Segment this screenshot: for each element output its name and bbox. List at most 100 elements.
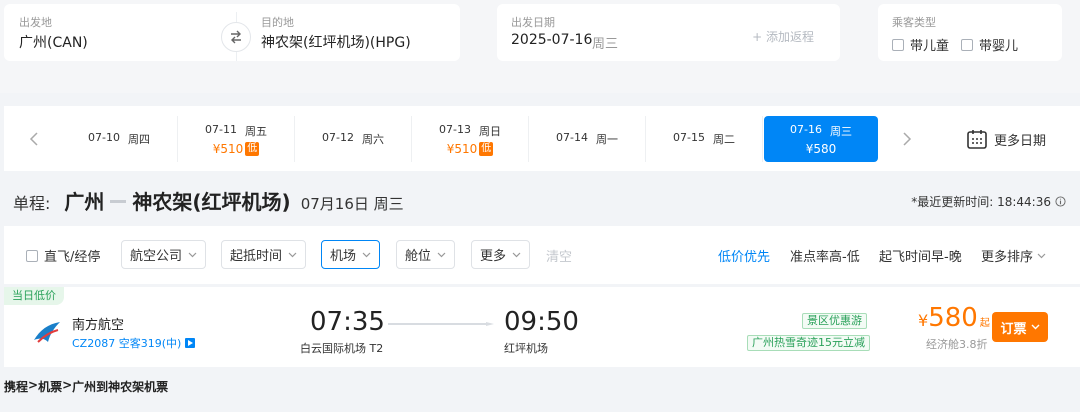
- chevron-down-icon: [188, 252, 197, 257]
- route-separator: [110, 200, 127, 203]
- date-text: 07-14: [556, 131, 588, 144]
- add-return-button[interactable]: + 添加返程: [752, 28, 814, 45]
- sort-low-price[interactable]: 低价优先: [718, 246, 770, 265]
- child-checkbox-box[interactable]: [892, 38, 904, 51]
- low-price-tag: 低: [479, 141, 494, 156]
- china-southern-logo-icon: [34, 322, 60, 343]
- price-suffix: 起: [979, 318, 990, 329]
- date-cell-0712[interactable]: 07-12 周六: [295, 116, 412, 162]
- book-button-label: 订票: [1000, 321, 1027, 337]
- date-value: 2025-07-16: [511, 32, 593, 48]
- weekday-text: 周四: [127, 133, 150, 146]
- airport-filter-label: 机场: [330, 249, 357, 264]
- chevron-down-icon: [362, 252, 371, 257]
- weekday-text: 周六: [361, 133, 384, 146]
- flight-number-text: CZ2087 空客319(中): [72, 337, 182, 350]
- cabin-filter-label: 舱位: [405, 249, 432, 264]
- sort-more[interactable]: 更多排序: [981, 246, 1046, 265]
- infant-checkbox[interactable]: 带婴儿: [961, 35, 1018, 54]
- weekday-text: 周日: [478, 124, 501, 138]
- destination-field[interactable]: 目的地 神农架(红坪机场)(HPG): [254, 4, 460, 61]
- chevron-left-icon: [29, 132, 38, 146]
- sort-more-label: 更多排序: [981, 250, 1034, 265]
- sort-ontime[interactable]: 准点率高-低: [790, 246, 860, 265]
- child-label: 带儿童: [910, 39, 950, 54]
- flight-number[interactable]: CZ2087 空客319(中): [72, 335, 196, 351]
- chevron-down-icon: [512, 252, 521, 257]
- date-text: 07-11: [205, 122, 237, 136]
- more-filter[interactable]: 更多: [471, 240, 531, 269]
- airline-filter-label: 航空公司: [130, 249, 183, 264]
- flight-card[interactable]: 当日低价 南方航空 CZ2087 空客319(中) 07:35 白云国际机场 T…: [4, 287, 1080, 367]
- date-strip: 07-10 周四 07-11 周五 ¥510 低 07-12 周六 07-13 周日 ¥5…: [4, 106, 1080, 171]
- date-text: 07-16: [790, 122, 822, 136]
- more-filter-label: 更多: [480, 249, 507, 264]
- more-dates-button[interactable]: 更多日期: [966, 128, 1046, 150]
- time-filter-label: 起抵时间: [230, 249, 283, 264]
- info-icon[interactable]: [1055, 196, 1066, 207]
- chevron-right-icon: [903, 132, 912, 146]
- route-card: 出发地 广州(CAN) 目的地 神农架(红坪机场)(HPG): [4, 4, 460, 61]
- weekday-text: 周五: [244, 124, 267, 138]
- date-cell-0716-selected[interactable]: 07-16 周三 ¥580: [764, 116, 878, 162]
- weekday-text: 周一: [595, 133, 618, 146]
- update-time-text: *最近更新时间: 18:44:36: [911, 195, 1051, 209]
- promo-tag-scenic[interactable]: 景区优惠游: [802, 313, 867, 329]
- destination-value: 神农架(红坪机场)(HPG): [261, 35, 411, 51]
- breadcrumb-item-flights[interactable]: 机票: [38, 378, 62, 395]
- cabin-info: 经济舱3.8折: [926, 338, 988, 351]
- route-header: 单程: 广州 神农架(红坪机场) 07月16日 周三: [13, 186, 404, 215]
- departure-airport: 白云国际机场 T2: [300, 342, 384, 355]
- date-cell-0711[interactable]: 07-11 周五 ¥510 低: [178, 116, 295, 162]
- date-card: 出发日期 2025-07-16 周三 + 添加返程: [497, 4, 840, 61]
- calendar-icon: [967, 130, 987, 149]
- arrival-airport: 红坪机场: [504, 342, 548, 355]
- next-dates-button[interactable]: [897, 124, 917, 154]
- date-weekday: 周三: [592, 37, 619, 52]
- clear-filters-button[interactable]: 清空: [546, 246, 572, 265]
- breadcrumb-separator: >: [28, 378, 39, 392]
- arrival-time: 09:50: [504, 307, 579, 337]
- search-panel: 出发地 广州(CAN) 目的地 神农架(红坪机场)(HPG) 出发日期 2025…: [0, 0, 1080, 93]
- time-filter[interactable]: 起抵时间: [221, 240, 307, 269]
- departure-time: 07:35: [310, 307, 385, 337]
- sort-departure[interactable]: 起飞时间早-晚: [879, 246, 962, 265]
- flight-route-line-icon: [388, 322, 494, 326]
- date-price: ¥510: [446, 141, 478, 156]
- date-cell-0714[interactable]: 07-14 周一: [529, 116, 646, 162]
- breadcrumb-item-ctrip[interactable]: 携程: [4, 378, 28, 395]
- price-value: 580: [928, 303, 978, 333]
- airport-filter[interactable]: 机场: [321, 240, 381, 269]
- date-text: 07-13: [439, 122, 471, 136]
- chevron-down-icon: [288, 252, 297, 257]
- destination-label: 目的地: [261, 16, 294, 29]
- departure-date-field[interactable]: 出发日期 2025-07-16 周三: [497, 4, 717, 61]
- swap-button[interactable]: [221, 22, 251, 52]
- origin-field[interactable]: 出发地 广州(CAN): [4, 4, 229, 61]
- origin-label: 出发地: [19, 16, 52, 29]
- more-dates-label: 更多日期: [994, 133, 1047, 149]
- promo-tag-discount[interactable]: 广州热雪奇迹15元立减: [747, 335, 870, 351]
- book-button[interactable]: 订票: [992, 312, 1048, 342]
- direct-flight-box[interactable]: [26, 249, 38, 262]
- trip-type-label: 单程:: [13, 194, 51, 213]
- date-text: 07-10: [88, 131, 120, 144]
- low-price-tag: 低: [245, 141, 260, 156]
- airline-name: 南方航空: [72, 318, 125, 333]
- airline-filter[interactable]: 航空公司: [121, 240, 207, 269]
- prev-dates-button[interactable]: [24, 124, 44, 154]
- chevron-down-icon: [1031, 324, 1039, 330]
- date-cell-0713[interactable]: 07-13 周日 ¥510 低: [412, 116, 529, 162]
- direct-flight-checkbox[interactable]: 直飞/经停: [26, 246, 100, 265]
- date-cell-0710[interactable]: 07-10 周四: [61, 116, 178, 162]
- chevron-down-icon: [1037, 253, 1046, 258]
- date-cell-0715[interactable]: 07-15 周二: [646, 116, 763, 162]
- chevron-down-icon: [437, 252, 446, 257]
- price: ¥ 580 起: [918, 303, 990, 333]
- child-checkbox[interactable]: 带儿童: [892, 35, 949, 54]
- route-date: 07月16日 周三: [300, 195, 404, 213]
- infant-checkbox-box[interactable]: [961, 38, 973, 51]
- play-icon[interactable]: [185, 338, 196, 348]
- cabin-filter[interactable]: 舱位: [396, 240, 456, 269]
- direct-flight-label: 直飞/经停: [44, 250, 101, 265]
